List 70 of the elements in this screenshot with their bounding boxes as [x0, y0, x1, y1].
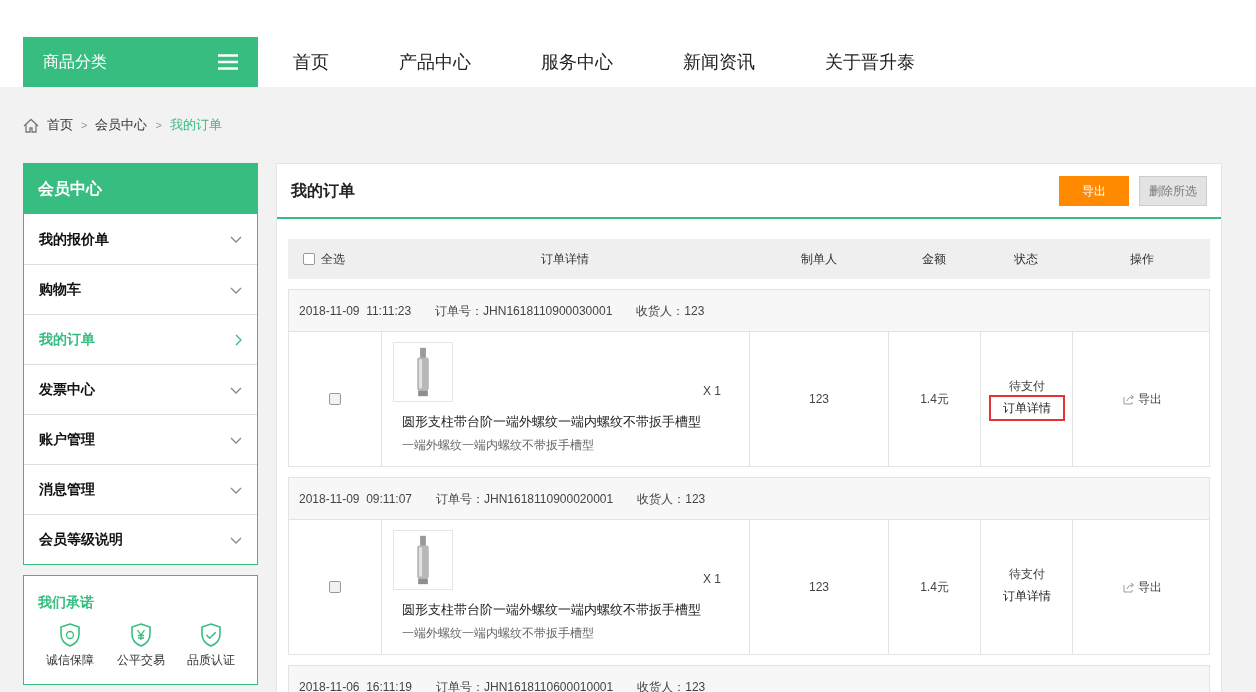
promise-label: 诚信保障 [46, 652, 94, 669]
shield-check-icon [200, 623, 222, 647]
nav-link[interactable]: 首页 [293, 48, 329, 76]
creator: 123 [809, 391, 829, 408]
home-icon [23, 117, 39, 133]
column-header: 制单人 [799, 251, 838, 268]
product-spec: 一端外螺纹一端内螺纹不带扳手槽型 [401, 436, 595, 454]
product-name[interactable]: 圆形支柱带台阶一端外螺纹一端内螺纹不带扳手槽型 [393, 600, 738, 620]
sidebar-item[interactable]: 发票中心 [24, 364, 257, 414]
chevron-down-icon [230, 385, 242, 394]
product-spec: 一端外螺纹一端内螺纹不带扳手槽型 [401, 624, 595, 642]
quantity: X 1 [703, 383, 721, 400]
order-number: 订单号：JHN1618110900020001 [436, 490, 614, 508]
sidebar-title: 会员中心 [24, 164, 257, 214]
chevron-down-icon [230, 285, 242, 294]
order-receiver: 收货人：123 [636, 302, 705, 320]
column-header: 金额 [921, 251, 947, 268]
nav-link[interactable]: 关于晋升泰 [825, 48, 915, 76]
delete-button[interactable]: 删除所选 [1139, 175, 1207, 206]
share-icon [1123, 393, 1135, 405]
column-header: 状态 [1013, 251, 1039, 268]
chevron-right-icon [234, 333, 242, 346]
promise-label: 公平交易 [116, 652, 165, 669]
checkbox[interactable] [329, 393, 341, 405]
shield-yen-icon [129, 623, 152, 647]
quantity: X 1 [703, 571, 721, 588]
order-status: 待支付 [1008, 566, 1045, 583]
promise-title: 我们承诺 [38, 593, 95, 612]
order-date: 2018-11-06 16:11:19 [299, 678, 412, 692]
export-link[interactable]: 导出 [1123, 390, 1162, 408]
share-icon [1123, 581, 1135, 593]
amount: 1.4元 [920, 391, 949, 408]
product-name[interactable]: 圆形支柱带台阶一端外螺纹一端内螺纹不带扳手槽型 [393, 412, 738, 432]
checkbox[interactable] [303, 253, 315, 265]
order-number: 订单号：JHN1618110600010001 [436, 678, 614, 692]
sidebar-item[interactable]: 账户管理 [24, 414, 257, 464]
creator: 123 [809, 579, 829, 596]
chevron-down-icon [230, 235, 242, 243]
panel-title: 我的订单 [291, 180, 355, 201]
shield-icon [59, 623, 81, 647]
sidebar-item[interactable]: 会员等级说明 [24, 514, 257, 564]
promise-label: 品质认证 [187, 652, 235, 669]
checkbox[interactable] [329, 581, 341, 593]
order-receiver: 收货人：123 [637, 678, 706, 692]
order-receiver: 收货人：123 [637, 490, 706, 508]
amount: 1.4元 [920, 579, 949, 596]
separator: > [81, 117, 88, 133]
nav-link[interactable]: 服务中心 [541, 48, 613, 76]
order-date: 2018-11-09 09:11:07 [299, 490, 412, 508]
order-date: 2018-11-09 11:11:23 [299, 302, 412, 320]
chevron-down-icon [230, 485, 242, 494]
chevron-down-icon [230, 435, 242, 444]
select-all-label: 全选 [321, 251, 345, 268]
nav-link[interactable]: 产品中心 [399, 48, 471, 76]
sidebar-item[interactable]: 消息管理 [24, 464, 257, 514]
sidebar-item[interactable]: 我的报价单 [24, 214, 257, 264]
separator: > [155, 117, 162, 133]
order-status: 待支付 [1008, 378, 1045, 395]
chevron-down-icon [230, 535, 242, 544]
column-header: 订单详情 [540, 251, 590, 268]
column-header: 操作 [1128, 251, 1155, 268]
breadcrumb-link[interactable]: 会员中心 [95, 115, 148, 135]
sidebar-item[interactable]: 购物车 [24, 264, 257, 314]
order-detail-link[interactable]: 订单详情 [988, 395, 1065, 421]
menu-icon [218, 54, 238, 70]
export-link[interactable]: 导出 [1123, 578, 1162, 596]
nav-link[interactable]: 新闻资讯 [683, 48, 755, 76]
order-number: 订单号：JHN1618110900030001 [435, 302, 613, 320]
breadcrumb-link[interactable]: 首页 [47, 115, 73, 135]
order-detail-link[interactable]: 订单详情 [988, 583, 1065, 609]
